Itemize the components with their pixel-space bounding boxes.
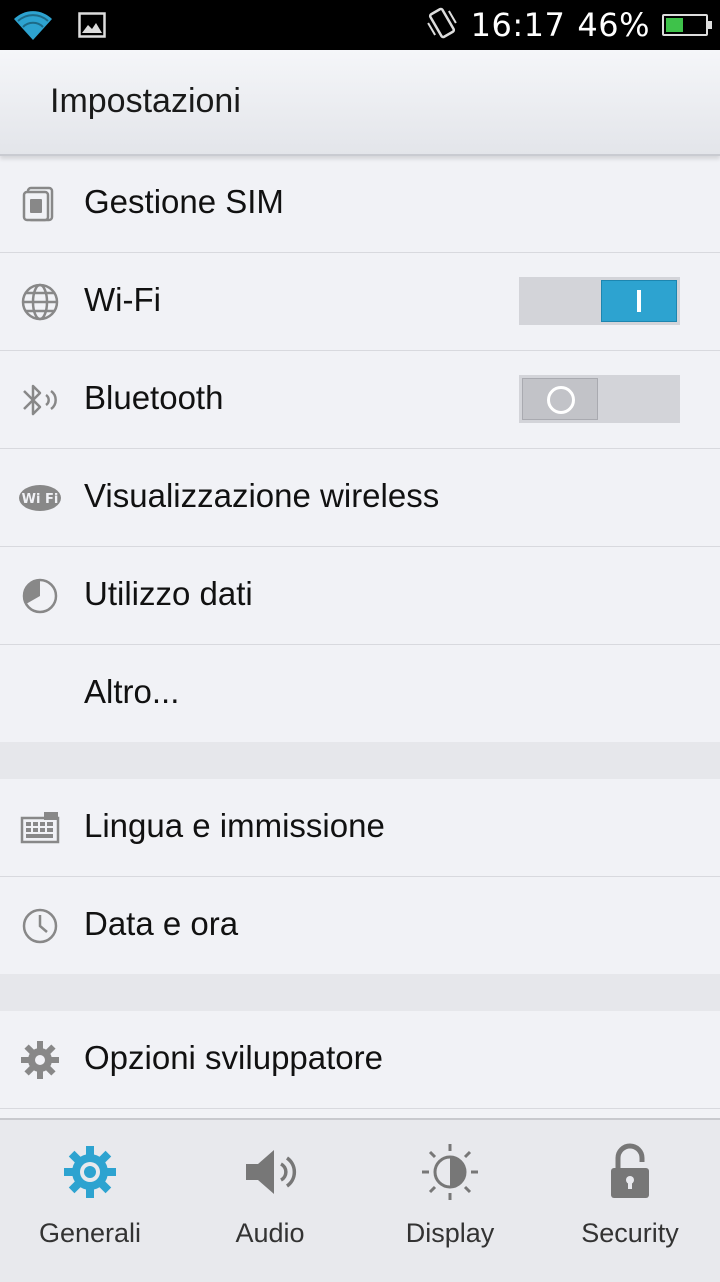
settings-item-altro[interactable]: Altro...	[0, 645, 720, 742]
data-usage-icon	[18, 574, 62, 618]
settings-item-label: Opzioni sviluppatore	[84, 1039, 383, 1076]
bluetooth-icon	[18, 378, 62, 422]
tab-label: Audio	[235, 1218, 305, 1248]
settings-item-visualizzazione-wireless[interactable]: Wi Fi Visualizzazione wireless	[0, 449, 720, 547]
tab-generali[interactable]: Generali	[0, 1120, 180, 1282]
lock-icon	[600, 1142, 660, 1202]
speaker-icon	[240, 1142, 300, 1202]
battery-icon	[662, 14, 712, 36]
tab-audio[interactable]: Audio	[180, 1120, 360, 1282]
status-bar: 16:17 46%	[0, 0, 720, 50]
settings-item-label: Gestione SIM	[84, 183, 284, 220]
sim-card-icon	[18, 182, 62, 226]
settings-item-label: Data e ora	[84, 905, 239, 942]
settings-item-data-ora[interactable]: Data e ora	[0, 877, 720, 974]
settings-item-lingua-immissione[interactable]: Lingua e immissione	[0, 779, 720, 877]
keyboard-icon	[18, 806, 62, 850]
wifi-icon	[12, 8, 54, 47]
bluetooth-toggle[interactable]	[519, 375, 680, 423]
settings-item-label: Altro...	[84, 673, 180, 710]
battery-percent: 46%	[577, 6, 650, 44]
gear-icon	[18, 1038, 62, 1082]
settings-item-bluetooth[interactable]: Bluetooth	[0, 351, 720, 449]
settings-item-gestione-sim[interactable]: Gestione SIM	[0, 155, 720, 253]
toggle-knob	[522, 378, 598, 420]
section-divider	[0, 742, 720, 779]
settings-list: Gestione SIM Wi-Fi Bluetooth Wi Fi Visua…	[0, 155, 720, 1109]
title-bar: Impostazioni	[0, 50, 720, 156]
svg-text:Wi Fi: Wi Fi	[22, 492, 59, 507]
tab-display[interactable]: Display	[360, 1120, 540, 1282]
gear-icon	[60, 1142, 120, 1202]
wifi-toggle[interactable]	[519, 277, 680, 325]
tab-label: Generali	[38, 1218, 142, 1248]
settings-item-label: Lingua e immissione	[84, 807, 385, 844]
settings-item-label: Bluetooth	[84, 379, 224, 416]
settings-item-label: Utilizzo dati	[84, 575, 253, 612]
bottom-tab-bar: Generali Audio Display Security	[0, 1118, 720, 1282]
brightness-icon	[420, 1142, 480, 1202]
section-divider	[0, 974, 720, 1011]
tab-security[interactable]: Security	[540, 1120, 720, 1282]
settings-item-label: Visualizzazione wireless	[84, 477, 440, 514]
page-title: Impostazioni	[50, 82, 241, 120]
settings-item-wifi[interactable]: Wi-Fi	[0, 253, 720, 351]
settings-item-label: Wi-Fi	[84, 281, 161, 318]
wifi-display-icon: Wi Fi	[18, 476, 62, 520]
settings-item-opzioni-sviluppatore[interactable]: Opzioni sviluppatore	[0, 1011, 720, 1109]
clock-icon	[18, 904, 62, 948]
globe-icon	[18, 280, 62, 324]
image-notification-icon	[78, 12, 106, 43]
settings-item-utilizzo-dati[interactable]: Utilizzo dati	[0, 547, 720, 645]
status-time: 16:17	[470, 6, 566, 44]
tab-label: Security	[581, 1218, 679, 1248]
tab-label: Display	[405, 1218, 495, 1248]
vibrate-icon	[425, 6, 459, 45]
toggle-knob	[601, 280, 677, 322]
